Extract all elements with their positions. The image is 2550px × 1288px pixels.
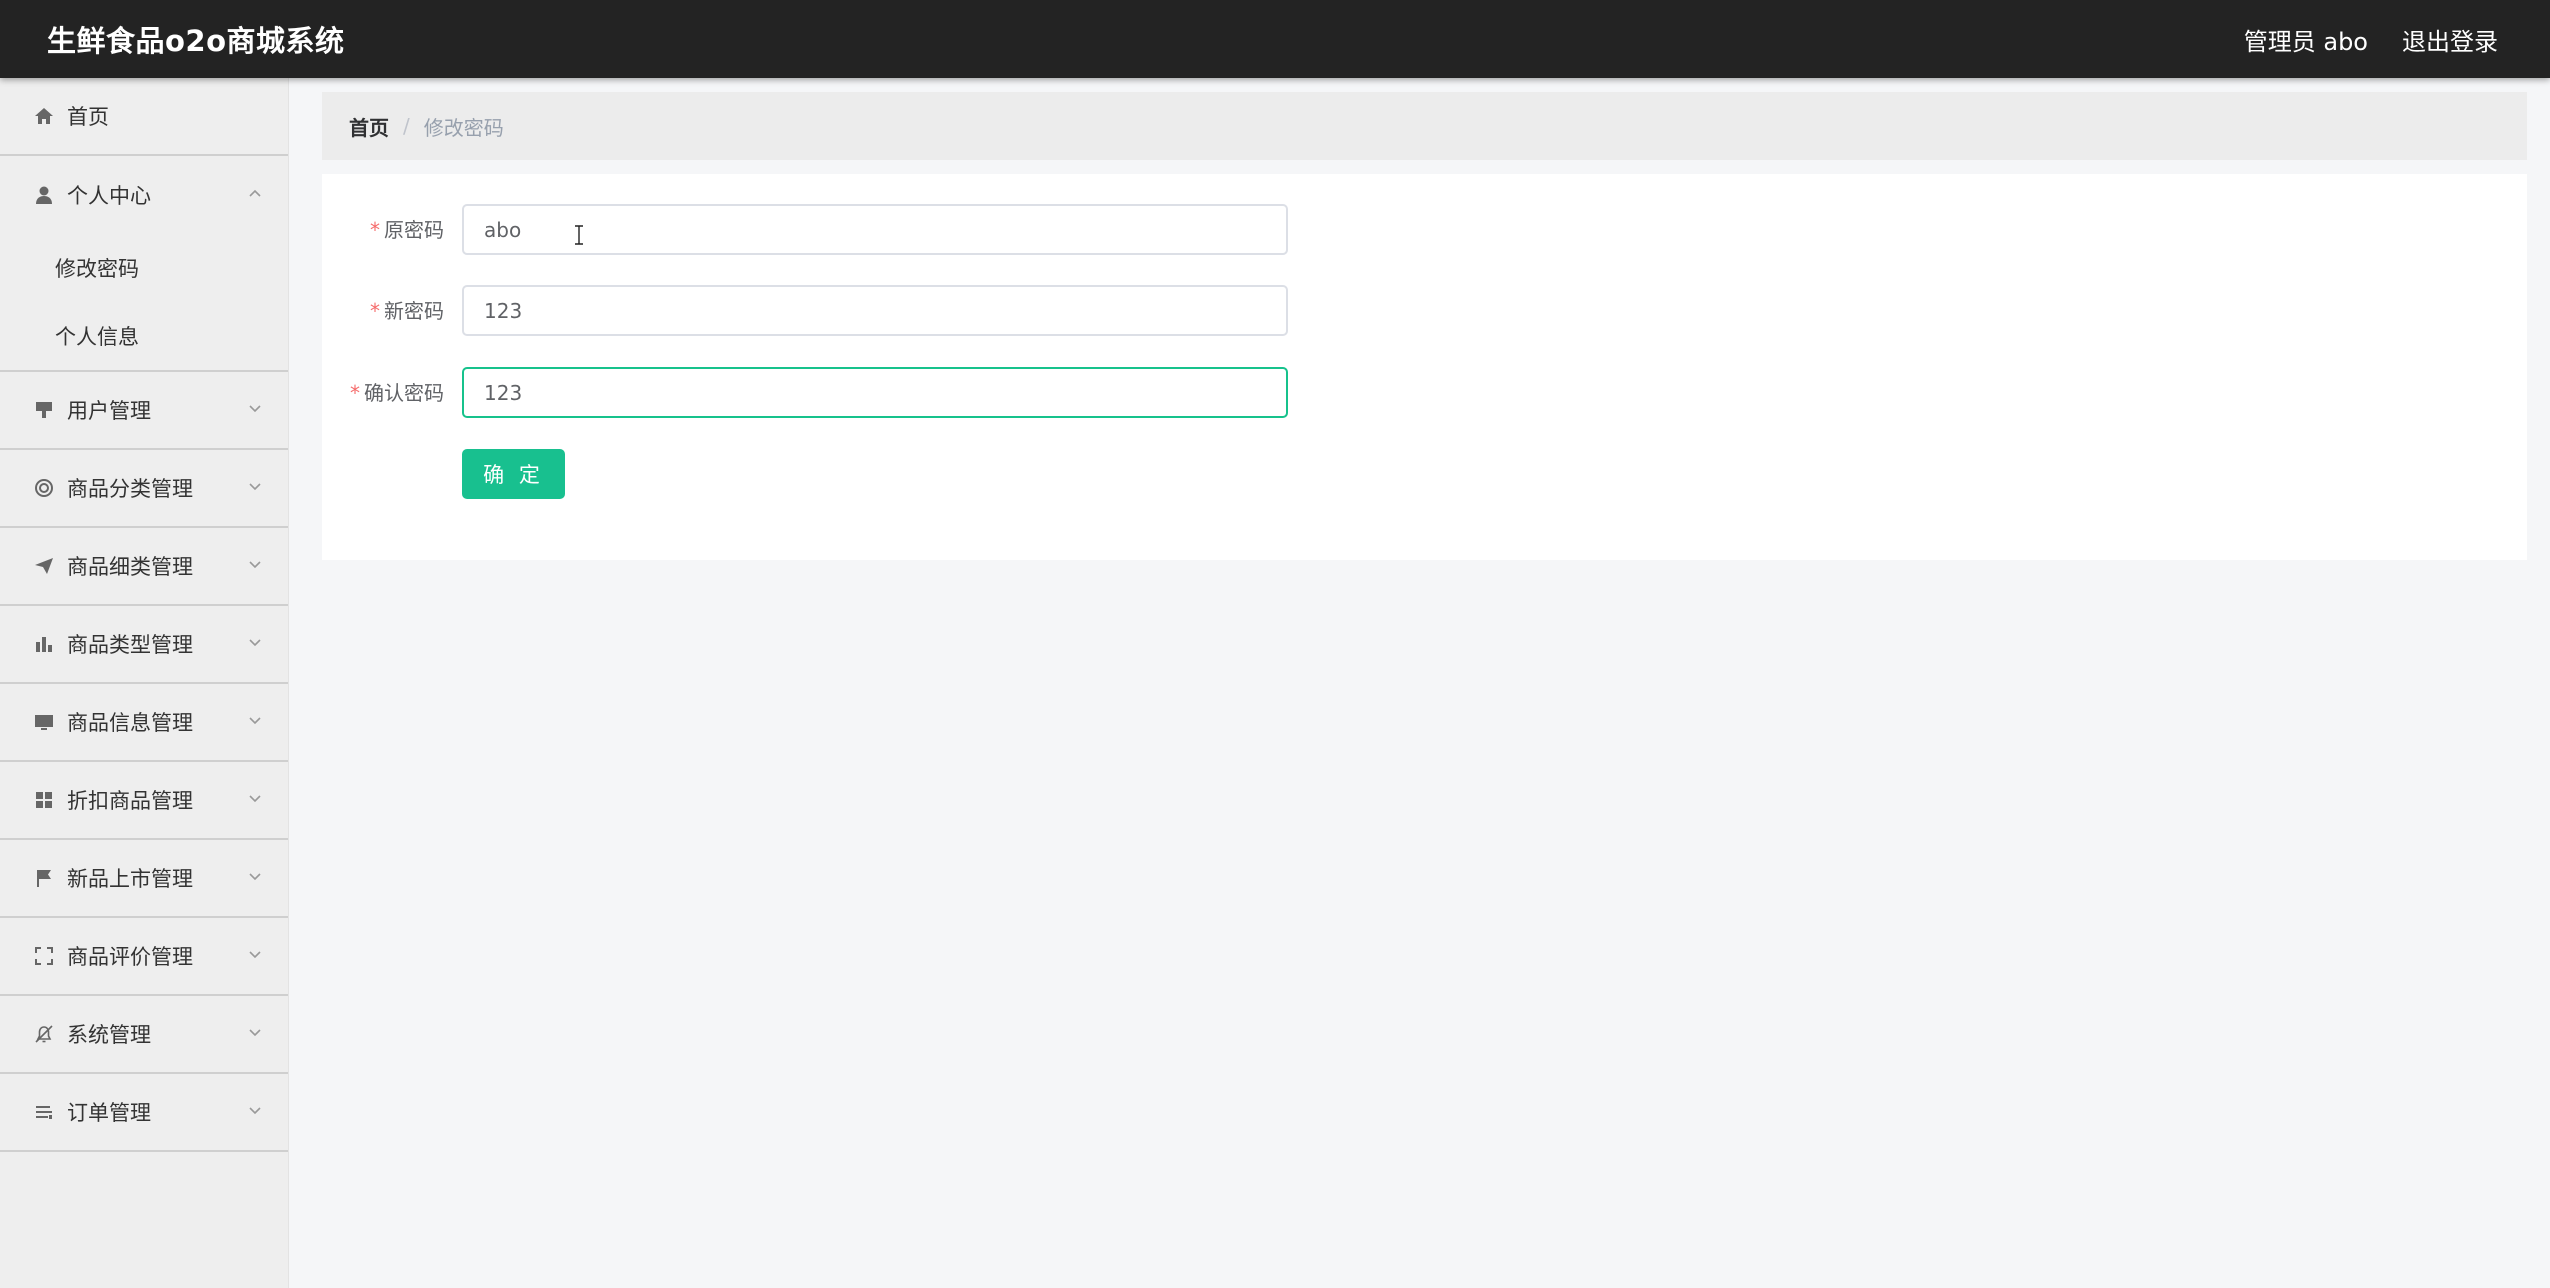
sidebar-item-label: 系统管理 [67,1023,151,1047]
sidebar-item-label: 折扣商品管理 [67,789,193,813]
current-user-label: 管理员 abo [2243,28,2368,56]
app-title: 生鲜食品o2o商城系统 [47,24,345,58]
chevron-down-icon [248,1103,262,1117]
text-cursor-icon [574,225,584,245]
user-icon [34,185,54,205]
confirm-button[interactable]: 确 定 [462,449,565,499]
confirm-password-input[interactable] [462,367,1288,418]
sidebar-item-discount-management[interactable]: 折扣商品管理 [0,762,288,840]
chevron-down-icon [248,713,262,727]
sidebar-item-label: 首页 [67,105,109,129]
top-header: 生鲜食品o2o商城系统 管理员 abo 退出登录 [0,0,2550,78]
sidebar-item-label: 商品类型管理 [67,633,193,657]
sidebar-item-label: 用户管理 [67,399,151,423]
paper-plane-icon [34,556,54,576]
sidebar-item-order-management[interactable]: 订单管理 [0,1074,288,1152]
chevron-down-icon [248,401,262,415]
sidebar-item-home[interactable]: 首页 [0,78,288,156]
bell-off-icon [34,1024,54,1044]
bar-chart-icon [34,634,54,654]
sidebar-item-system-management[interactable]: 系统管理 [0,996,288,1074]
breadcrumb-separator: / [403,114,410,138]
header-user-area: 管理员 abo 退出登录 [2244,22,2498,57]
brush-icon [34,400,54,420]
required-asterisk: * [370,218,380,242]
confirm-password-label: * 确认密码 [350,381,444,405]
sidebar-item-user-management[interactable]: 用户管理 [0,372,288,450]
chevron-down-icon [248,479,262,493]
chevron-down-icon [248,947,262,961]
chevron-down-icon [248,791,262,805]
monitor-icon [34,712,54,732]
sidebar-subitem-change-password[interactable]: 修改密码 [0,234,288,302]
sliders-icon [34,1102,54,1122]
breadcrumb: 首页 / 修改密码 [322,92,2527,160]
sidebar-item-type-management[interactable]: 商品类型管理 [0,606,288,684]
new-password-input[interactable] [462,285,1288,336]
required-asterisk: * [350,381,360,405]
sidebar-item-label: 新品上市管理 [67,867,193,891]
fullscreen-icon [34,946,54,966]
change-password-form: *原密码 *新密码 *确认密码 确 定 [322,174,2527,560]
chevron-up-icon [248,186,262,200]
sidebar-item-label: 商品评价管理 [67,945,193,969]
required-asterisk: * [370,299,380,323]
sidebar-item-category-management[interactable]: 商品分类管理 [0,450,288,528]
chevron-down-icon [248,557,262,571]
sidebar-subitem-personal-info[interactable]: 个人信息 [0,302,288,370]
chevron-down-icon [248,869,262,883]
logout-link[interactable]: 退出登录 [2402,22,2498,57]
sidebar-item-label: 商品信息管理 [67,711,193,735]
old-password-label: * 原密码 [370,218,444,242]
sidebar-item-product-info-management[interactable]: 商品信息管理 [0,684,288,762]
personal-center-submenu: 修改密码 个人信息 [0,234,288,372]
sidebar-item-label: 商品分类管理 [67,477,193,501]
sidebar-item-label: 个人中心 [67,184,151,208]
sidebar-item-review-management[interactable]: 商品评价管理 [0,918,288,996]
chevron-down-icon [248,635,262,649]
flag-icon [34,868,54,888]
chevron-down-icon [248,1025,262,1039]
old-password-input[interactable] [462,204,1288,255]
lifebuoy-icon [34,478,54,498]
sidebar-item-label: 商品细类管理 [67,555,193,579]
sidebar-item-label: 订单管理 [67,1101,151,1125]
sidebar-item-subcategory-management[interactable]: 商品细类管理 [0,528,288,606]
form-row-confirm-password: * 确认密码 [322,367,1322,419]
sidebar-item-personal-center[interactable]: 个人中心 [0,156,288,234]
form-row-new-password: * 新密码 [322,285,1322,337]
sidebar: 首页 个人中心 修改密码 个人信息 用户管理 商品分类管理 商品细类管理 商品类… [0,78,289,1288]
new-password-label: * 新密码 [370,299,444,323]
breadcrumb-home[interactable]: 首页 [349,112,389,141]
sidebar-item-new-arrivals-management[interactable]: 新品上市管理 [0,840,288,918]
home-icon [34,106,54,126]
grid-icon [34,790,54,810]
breadcrumb-current: 修改密码 [423,115,504,140]
form-row-old-password: * 原密码 [322,204,1322,256]
